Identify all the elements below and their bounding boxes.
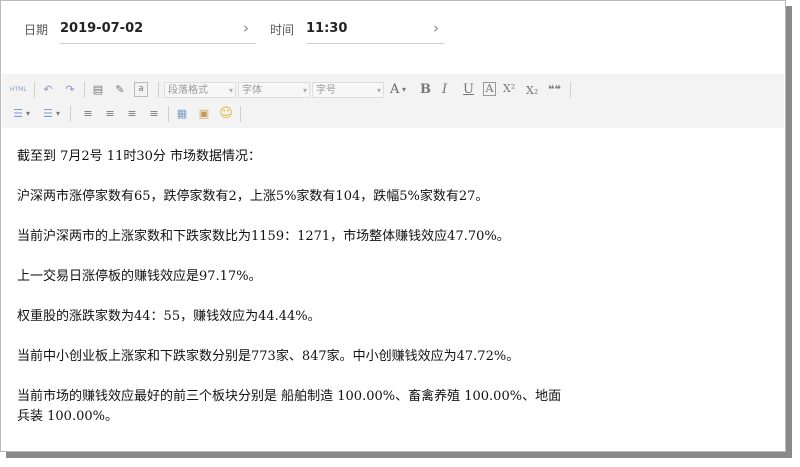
align-justify-icon[interactable]: ≡ xyxy=(146,106,162,122)
date-chevron-right-icon[interactable]: › xyxy=(243,19,249,37)
paragraph-format-select[interactable]: 段落格式 ▾ xyxy=(164,82,236,98)
chevron-down-icon[interactable]: ▾ xyxy=(402,82,406,98)
italic-button[interactable]: I xyxy=(442,82,447,98)
align-center-icon[interactable]: ≡ xyxy=(102,106,118,122)
emoji-icon[interactable]: ☺ xyxy=(218,106,234,122)
paragraph: 沪深两市涨停家数有65，跌停家数有2，上涨5%家数有104，跌幅5%家数有27。 xyxy=(17,189,489,204)
image-icon[interactable]: ▣ xyxy=(196,106,212,122)
font-size-label: 字号 xyxy=(316,85,336,96)
clear-format-icon[interactable]: a xyxy=(134,82,148,97)
date-value[interactable]: 2019-07-02 xyxy=(60,21,143,36)
table-icon[interactable]: ▦ xyxy=(174,106,190,122)
date-label: 日期 xyxy=(24,23,49,37)
toolbar-separator xyxy=(158,82,159,98)
paragraph-format-label: 段落格式 xyxy=(168,85,208,96)
paste-icon[interactable]: ▤ xyxy=(90,82,106,98)
chevron-down-icon: ▾ xyxy=(376,86,381,95)
underline-button[interactable]: U xyxy=(463,82,474,98)
paragraph: 当前中小创业板上涨家和下跌家数分别是773家、847家。中小创赚钱效应为47.7… xyxy=(17,349,520,364)
ordered-list-icon[interactable]: ☰ xyxy=(10,106,26,122)
font-family-select[interactable]: 字体 ▾ xyxy=(238,82,310,98)
chevron-down-icon: ▾ xyxy=(228,86,233,95)
time-underline xyxy=(306,43,444,44)
time-chevron-right-icon[interactable]: › xyxy=(433,19,439,37)
paragraph: 当前市场的赚钱效应最好的前三个板块分别是 船舶制造 100.00%、畜禽养殖 1… xyxy=(17,389,562,404)
undo-icon[interactable]: ↶ xyxy=(40,82,56,98)
bold-button[interactable]: B xyxy=(420,82,431,98)
format-brush-icon[interactable]: ✎ xyxy=(112,82,128,98)
date-underline xyxy=(60,43,256,44)
align-left-icon[interactable]: ≡ xyxy=(80,106,96,122)
html-source-button[interactable]: HTML xyxy=(10,82,27,98)
editor-window: 日期 2019-07-02 › 时间 11:30 › HTML ↶ ↷ ▤ ✎ … xyxy=(0,0,786,452)
toolbar-separator xyxy=(84,82,85,98)
unordered-list-icon[interactable]: ☰ xyxy=(40,106,56,122)
subscript-button[interactable]: X₂ xyxy=(526,83,538,99)
paragraph: 兵装 100.00%。 xyxy=(17,409,118,424)
toolbar-separator xyxy=(70,106,71,122)
editor-toolbar: HTML ↶ ↷ ▤ ✎ a 段落格式 ▾ 字体 ▾ 字号 ▾ A ▾ B I … xyxy=(2,74,784,128)
chevron-down-icon: ▾ xyxy=(302,86,307,95)
paragraph: 上一交易日涨停板的赚钱效应是97.17%。 xyxy=(17,269,262,284)
align-right-icon[interactable]: ≡ xyxy=(124,106,140,122)
superscript-button[interactable]: X² xyxy=(503,81,515,97)
toolbar-separator xyxy=(168,106,169,122)
font-family-label: 字体 xyxy=(242,85,262,96)
font-color-button[interactable]: A xyxy=(390,82,399,98)
redo-icon[interactable]: ↷ xyxy=(62,82,78,98)
time-value[interactable]: 11:30 xyxy=(306,21,347,36)
toolbar-separator xyxy=(570,82,571,98)
font-border-button[interactable]: A xyxy=(483,82,496,96)
font-size-select[interactable]: 字号 ▾ xyxy=(312,82,384,98)
paragraph: 截至到 7月2号 11时30分 市场数据情况： xyxy=(17,149,262,164)
paragraph: 当前沪深两市的上涨家数和下跌家数比为1159：1271，市场整体赚钱效应47.7… xyxy=(17,229,510,244)
chevron-down-icon[interactable]: ▾ xyxy=(26,106,30,122)
time-label: 时间 xyxy=(270,23,295,37)
paragraph: 权重股的涨跌家数为44：55，赚钱效应为44.44%。 xyxy=(17,309,321,324)
chevron-down-icon[interactable]: ▾ xyxy=(56,106,60,122)
toolbar-separator xyxy=(34,82,35,98)
blockquote-button[interactable]: ❝❝ xyxy=(548,82,561,98)
toolbar-separator xyxy=(240,106,241,122)
